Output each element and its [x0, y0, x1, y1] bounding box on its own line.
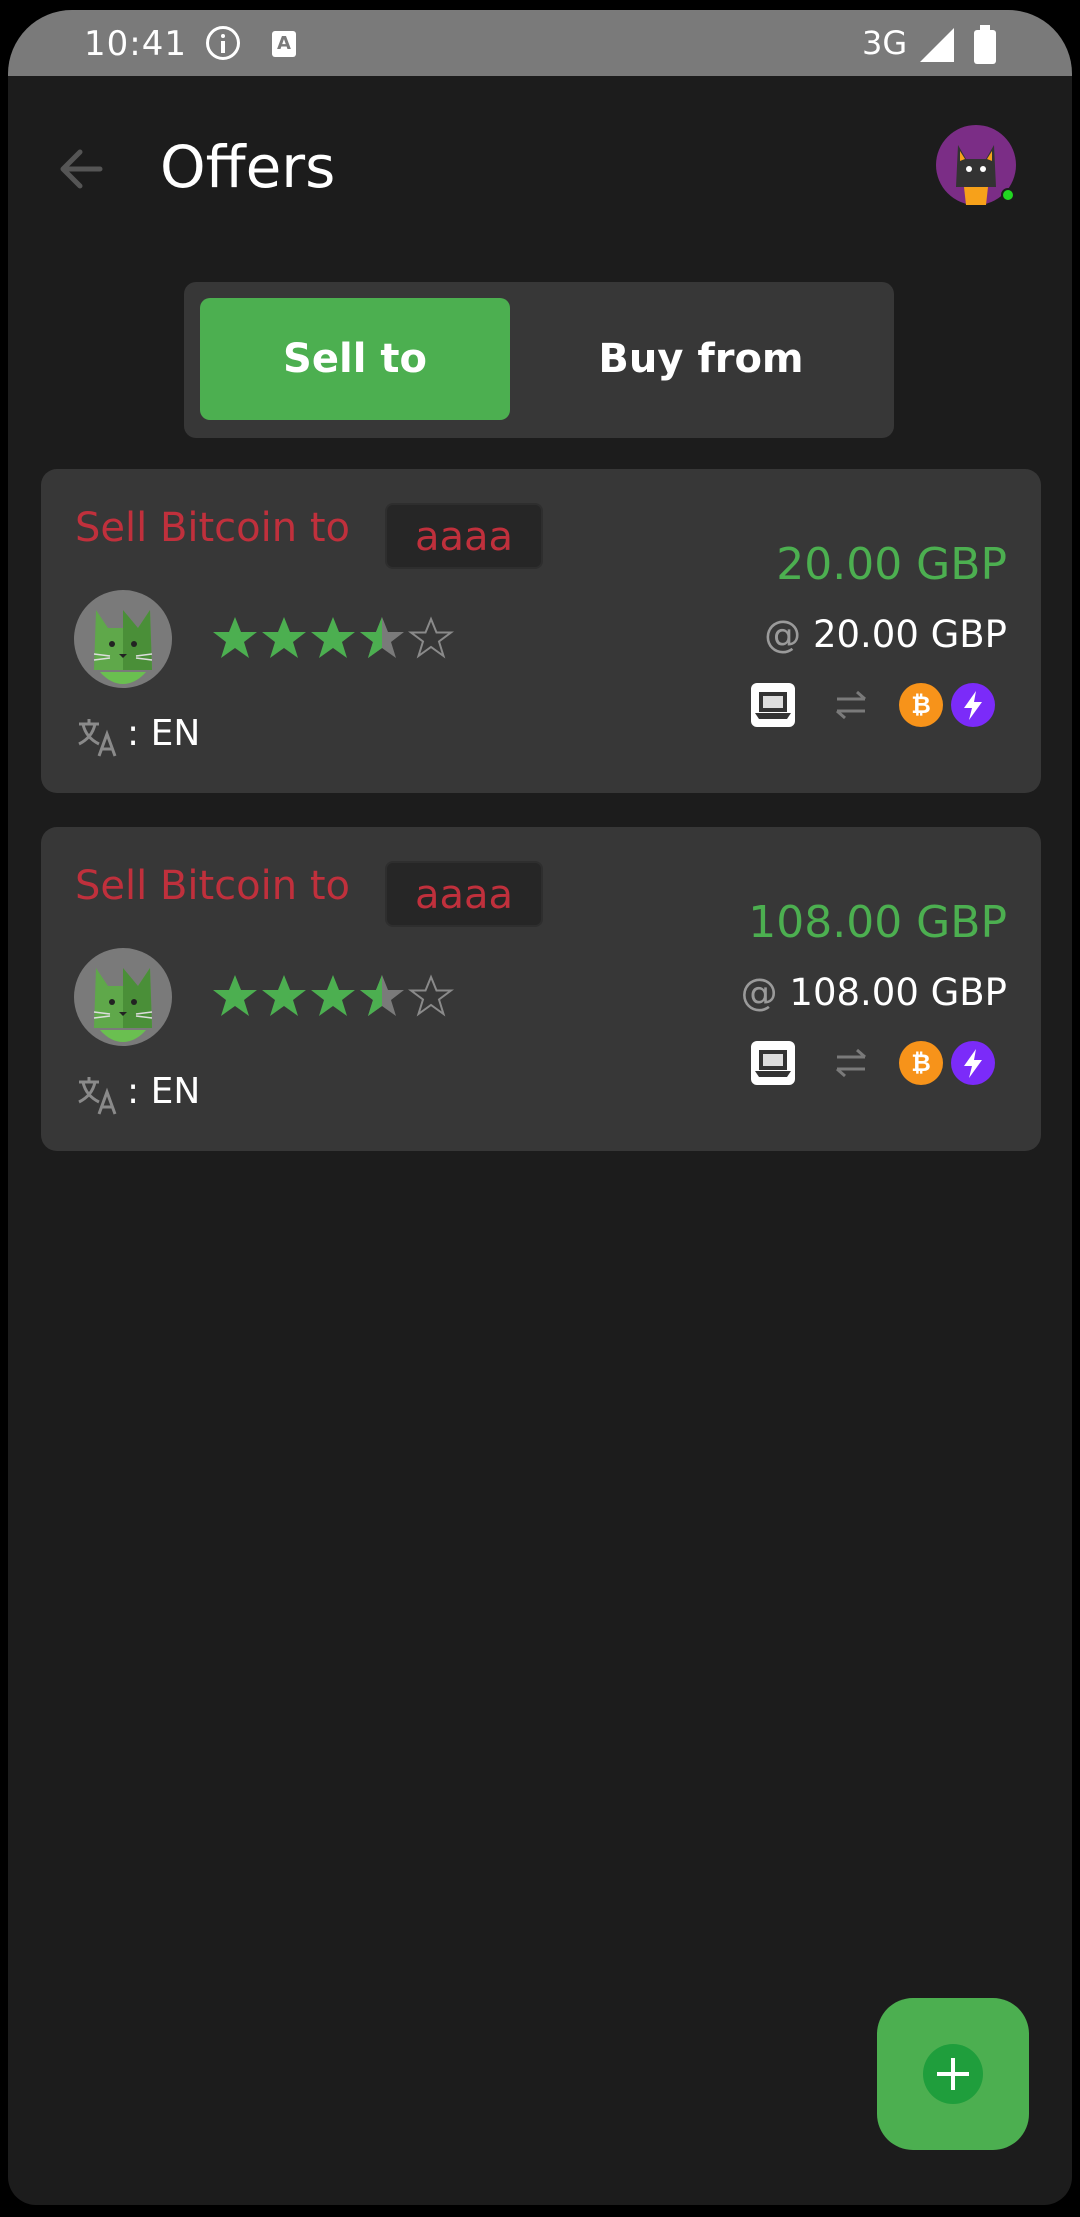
cat-avatar-icon: [936, 125, 1016, 205]
trader-avatar: [74, 590, 172, 688]
tab-buy-from[interactable]: Buy from: [524, 298, 878, 420]
network-type: 3G: [862, 24, 908, 62]
translate-icon: [78, 719, 117, 757]
offer-heading: Sell Bitcoin to: [75, 505, 350, 551]
star-full-icon: [262, 975, 306, 1016]
offer-type-toggle: Sell to Buy from: [184, 282, 894, 438]
translate-icon: [78, 1077, 117, 1115]
offer-heading: Sell Bitcoin to: [75, 863, 350, 909]
create-offer-button[interactable]: [877, 1998, 1029, 2150]
signal-icon: [920, 28, 954, 62]
star-full-icon: [311, 617, 355, 658]
back-button[interactable]: [52, 139, 112, 199]
offer-card[interactable]: Sell Bitcoin to aaaa : EN 108.00 GBP @ 1…: [41, 827, 1041, 1151]
online-indicator: [1001, 188, 1015, 202]
star-full-icon: [262, 617, 306, 658]
status-bar: 10:41 A 3G: [8, 10, 1072, 76]
offer-price-value: 20.00 GBP: [812, 613, 1007, 656]
offer-price: @ 108.00 GBP: [741, 971, 1007, 1014]
price-at-symbol: @: [740, 971, 778, 1014]
price-at-symbol: @: [764, 613, 802, 656]
language-separator: :: [127, 1071, 140, 1112]
swap-arrows-icon: [836, 690, 866, 720]
offer-price: @ 20.00 GBP: [764, 613, 1007, 656]
star-empty-icon: [408, 974, 454, 1017]
payment-methods: ₿: [751, 683, 1011, 729]
star-half-icon: [360, 617, 404, 658]
trader-username: aaaa: [385, 861, 543, 927]
star-full-icon: [311, 975, 355, 1016]
tab-sell-to[interactable]: Sell to: [200, 298, 510, 420]
svg-text:₿: ₿: [911, 691, 931, 719]
star-full-icon: [213, 617, 257, 658]
lightning-icon: [951, 1041, 995, 1085]
offer-amount: 20.00 GBP: [776, 539, 1007, 590]
star-empty-icon: [408, 616, 454, 659]
offer-card[interactable]: Sell Bitcoin to aaaa : EN 20.00 GBP @ 20…: [41, 469, 1041, 793]
profile-avatar-button[interactable]: [936, 125, 1016, 205]
keyboard-a-icon: A: [272, 31, 296, 57]
bitcoin-icon: ₿: [899, 683, 943, 727]
offer-language: EN: [150, 713, 201, 754]
offer-price-value: 108.00 GBP: [789, 971, 1007, 1014]
app-bar: Offers: [8, 76, 1072, 236]
swap-arrows-icon: [836, 1048, 866, 1078]
trader-username: aaaa: [385, 503, 543, 569]
star-full-icon: [213, 975, 257, 1016]
payment-methods: ₿: [751, 1041, 1011, 1087]
page-title: Offers: [160, 133, 336, 201]
lightning-icon: [951, 683, 995, 727]
bank-transfer-icon: [751, 683, 795, 727]
bitcoin-icon: ₿: [899, 1041, 943, 1085]
svg-text:₿: ₿: [911, 1049, 931, 1077]
info-icon: [206, 26, 240, 60]
battery-icon: [974, 25, 996, 64]
status-time: 10:41: [84, 24, 187, 64]
language-separator: :: [127, 713, 140, 754]
plus-icon: [923, 2044, 983, 2104]
app-screen: 10:41 A 3G Offers Sell to Buy from Sell …: [8, 10, 1072, 2205]
offer-language: EN: [150, 1071, 201, 1112]
arrow-left-icon: [60, 149, 103, 189]
offer-amount: 108.00 GBP: [748, 897, 1007, 948]
star-half-icon: [360, 975, 404, 1016]
bank-transfer-icon: [751, 1041, 795, 1085]
trader-avatar: [74, 948, 172, 1046]
